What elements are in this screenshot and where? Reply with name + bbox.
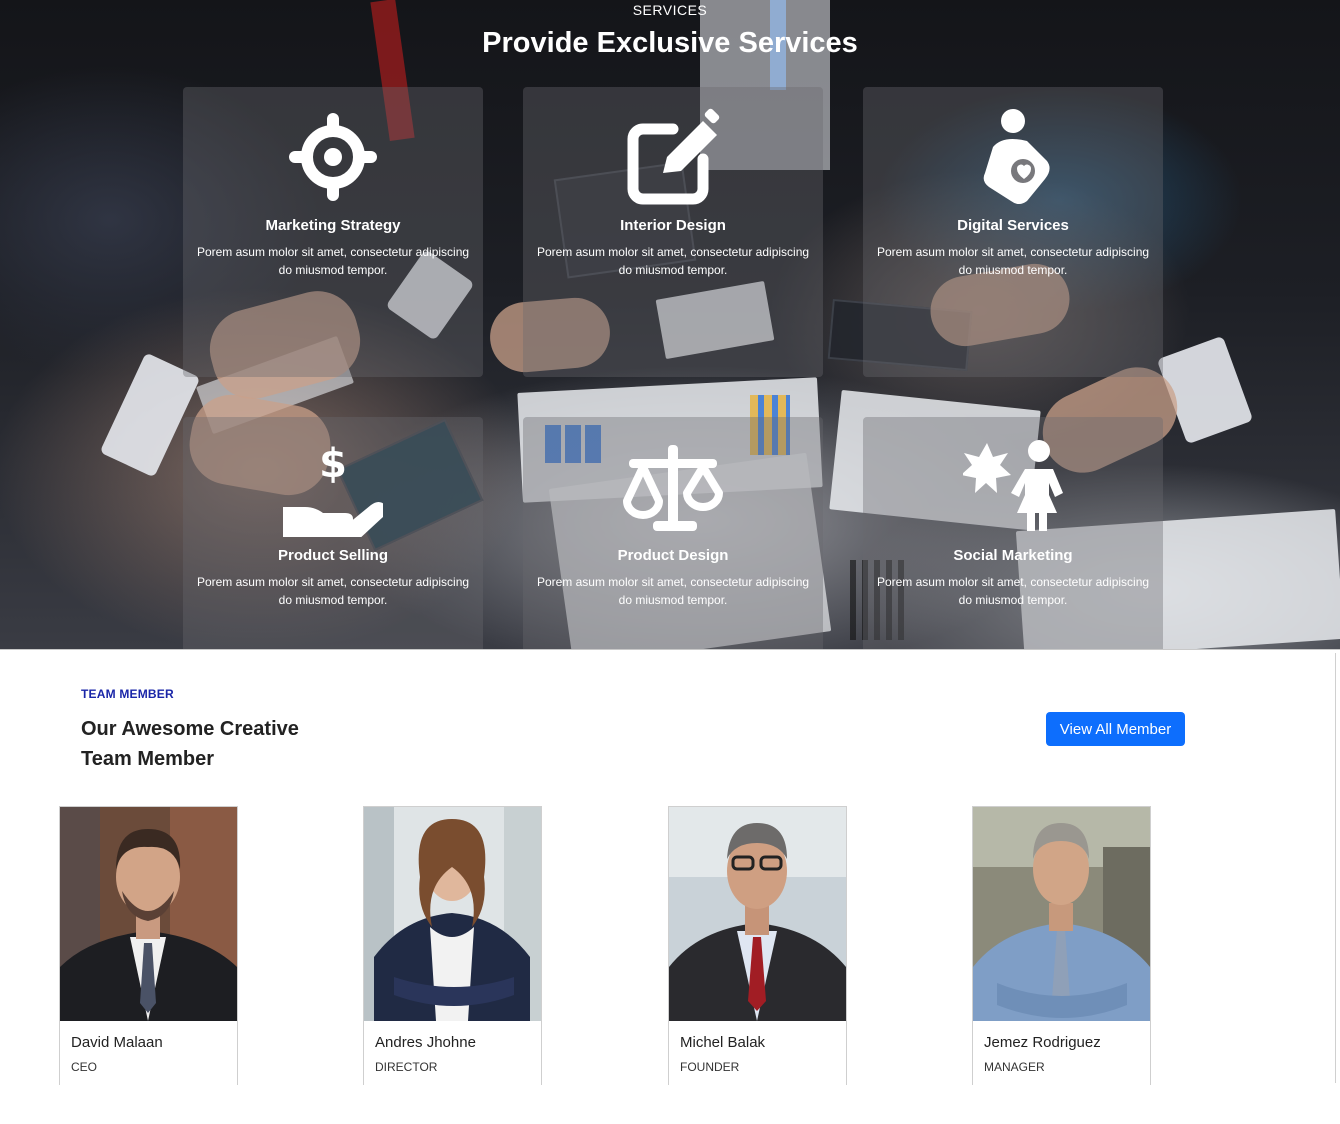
member-name: Andres Jhohne: [375, 1034, 476, 1051]
card-title: Marketing Strategy: [265, 217, 401, 234]
edit-icon: [623, 107, 723, 207]
service-card-product-selling[interactable]: $ Product Selling Porem asum molor sit a…: [183, 417, 483, 650]
service-card-digital-services[interactable]: Digital Services Porem asum molor sit am…: [863, 87, 1163, 377]
member-photo: [60, 807, 237, 1021]
member-role: MANAGER: [984, 1060, 1045, 1074]
member-photo: [364, 807, 541, 1021]
card-title: Social Marketing: [953, 547, 1073, 564]
member-photo: [973, 807, 1150, 1021]
card-description: Porem asum molor sit amet, consectetur a…: [876, 575, 1150, 607]
team-member-card[interactable]: Jemez Rodriguez MANAGER: [972, 806, 1151, 1085]
member-photo: [669, 807, 846, 1021]
service-card-marketing-strategy[interactable]: Marketing Strategy Porem asum molor sit …: [183, 87, 483, 377]
card-title: Product Selling: [277, 547, 388, 564]
team-member-card[interactable]: Andres Jhohne DIRECTOR: [363, 806, 542, 1085]
card-description: Porem asum molor sit amet, consectetur a…: [536, 245, 810, 277]
person-holding-heart-icon: [963, 107, 1063, 207]
section-title: Provide Exclusive Services: [482, 27, 858, 59]
team-title: Our Awesome Creative Team Member: [81, 718, 299, 770]
card-title: Product Design: [617, 547, 729, 564]
card-description: Porem asum molor sit amet, consectetur a…: [876, 245, 1150, 277]
svg-text:$: $: [319, 441, 347, 487]
member-name: David Malaan: [71, 1034, 163, 1051]
child-reaching-icon: [963, 437, 1063, 537]
card-description: Porem asum molor sit amet, consectetur a…: [536, 575, 810, 607]
scale-balanced-icon: [623, 437, 723, 537]
member-name: Michel Balak: [680, 1034, 766, 1051]
view-all-member-button[interactable]: View All Member: [1046, 712, 1185, 746]
section-eyebrow: SERVICES: [632, 2, 708, 18]
member-role: FOUNDER: [680, 1060, 740, 1074]
service-card-interior-design[interactable]: Interior Design Porem asum molor sit ame…: [523, 87, 823, 377]
team-eyebrow: TEAM MEMBER: [81, 687, 174, 701]
member-role: CEO: [71, 1060, 98, 1074]
card-title: Digital Services: [957, 217, 1069, 234]
service-card-social-marketing[interactable]: Social Marketing Porem asum molor sit am…: [863, 417, 1163, 650]
section-border: [1335, 653, 1336, 1083]
crosshair-icon: [283, 107, 383, 207]
card-title: Interior Design: [620, 217, 726, 234]
member-name: Jemez Rodriguez: [984, 1034, 1101, 1051]
services-section: SERVICES Provide Exclusive Services Mark…: [0, 0, 1340, 650]
card-description: Porem asum molor sit amet, consectetur a…: [196, 245, 470, 277]
team-section: TEAM MEMBER Our Awesome Creative Team Me…: [0, 653, 1340, 1124]
team-member-card[interactable]: Michel Balak FOUNDER: [668, 806, 847, 1085]
card-description: Porem asum molor sit amet, consectetur a…: [196, 575, 470, 607]
service-card-product-design[interactable]: Product Design Porem asum molor sit amet…: [523, 417, 823, 650]
team-member-card[interactable]: David Malaan CEO: [59, 806, 238, 1085]
hand-holding-dollar-icon: $: [283, 437, 383, 537]
member-role: DIRECTOR: [375, 1060, 438, 1074]
